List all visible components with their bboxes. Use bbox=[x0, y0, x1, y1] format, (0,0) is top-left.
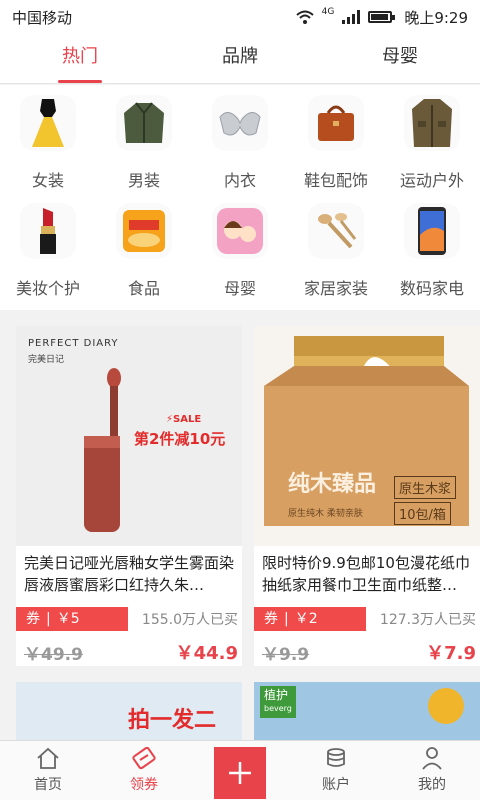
category-label: 数码家电 bbox=[399, 279, 464, 298]
category-grid: 女装 男装 内衣 鞋包配饰 运动户外 美妆个护 食品 母婴 家居家装 数码家电 bbox=[0, 85, 480, 310]
category-home[interactable]: 家居家装 bbox=[288, 199, 384, 307]
coupon-icon bbox=[131, 745, 157, 771]
product-card[interactable]: 纯木臻品 原生纯木 柔韧亲肤 原生木浆 10包/箱 限时特价9.9包邮10包漫花… bbox=[254, 326, 480, 666]
nav-coupons[interactable]: 领券 bbox=[96, 741, 192, 800]
sold-count: 127.3万人已买 bbox=[379, 612, 476, 628]
status-bar: 中国移动 4G 晚上9:29 bbox=[0, 0, 480, 34]
user-icon bbox=[421, 745, 443, 771]
coat-icon bbox=[404, 95, 460, 151]
box-subtext: 原生纯木 柔韧亲肤 bbox=[288, 509, 363, 519]
category-label: 男装 bbox=[127, 171, 160, 190]
product-card[interactable]: 拍一发二 bbox=[16, 682, 242, 740]
status-icons: 4G 晚上9:29 bbox=[295, 6, 468, 28]
product-card[interactable]: PERFECT DIARY 完美日记 ⚡SALE 第2件减10元 完美日记哑光唇… bbox=[16, 326, 242, 666]
lip-gloss-image bbox=[84, 368, 121, 532]
phone-icon bbox=[404, 203, 460, 259]
category-digital[interactable]: 数码家电 bbox=[384, 199, 480, 307]
coins-icon bbox=[324, 745, 348, 771]
category-label: 美妆个护 bbox=[15, 279, 80, 298]
spoons-icon bbox=[308, 203, 364, 259]
nav-add[interactable] bbox=[192, 741, 288, 800]
sale-price: ￥7.9 bbox=[426, 643, 476, 664]
category-label: 母婴 bbox=[223, 279, 256, 298]
network-type: 4G bbox=[321, 6, 335, 17]
snack-icon bbox=[116, 203, 172, 259]
promo-text: 第2件减10元 bbox=[134, 430, 226, 448]
product-title: 完美日记哑光唇釉女学生雾面染唇液唇蜜唇彩口红持久朱… bbox=[24, 554, 235, 594]
lipstick-icon bbox=[20, 203, 76, 259]
category-underwear[interactable]: 内衣 bbox=[192, 91, 288, 199]
tab-baby[interactable]: 母婴 bbox=[320, 34, 480, 83]
coupon-badge[interactable]: 券 | ￥5 bbox=[16, 607, 128, 631]
battery-icon bbox=[368, 11, 396, 23]
bra-icon bbox=[212, 95, 268, 151]
tab-brand[interactable]: 品牌 bbox=[160, 34, 320, 83]
category-label: 女装 bbox=[31, 171, 64, 190]
product-title: 限时特价9.9包邮10包漫花纸巾抽纸家用餐巾卫生面巾纸整… bbox=[262, 554, 470, 594]
tab-hot[interactable]: 热门 bbox=[0, 34, 160, 83]
box-tag-1: 原生木浆 bbox=[394, 476, 457, 499]
brand-logo: 植护 beverg bbox=[260, 686, 296, 718]
signal-icon bbox=[342, 10, 361, 24]
nav-me[interactable]: 我的 bbox=[384, 741, 480, 800]
product-image: 拍一发二 bbox=[16, 682, 242, 740]
sale-label: ⚡SALE bbox=[166, 414, 202, 425]
category-bags[interactable]: 鞋包配饰 bbox=[288, 91, 384, 199]
category-food[interactable]: 食品 bbox=[96, 199, 192, 307]
product-card[interactable]: 植护 beverg bbox=[254, 682, 480, 740]
category-men[interactable]: 男装 bbox=[96, 91, 192, 199]
dress-icon bbox=[20, 95, 76, 151]
category-label: 内衣 bbox=[223, 171, 256, 190]
jacket-icon bbox=[116, 95, 172, 151]
category-label: 鞋包配饰 bbox=[303, 171, 368, 190]
coupon-badge[interactable]: 券 | ￥2 bbox=[254, 607, 366, 631]
baby-icon bbox=[212, 203, 268, 259]
handbag-icon bbox=[308, 95, 364, 151]
product-image: 植护 beverg bbox=[254, 682, 480, 740]
promo-text: 拍一发二 bbox=[128, 708, 217, 733]
category-label: 家居家装 bbox=[303, 279, 368, 298]
carrier-name: 中国移动 bbox=[12, 8, 73, 27]
original-price: ￥9.9 bbox=[262, 644, 310, 665]
product-image: PERFECT DIARY 完美日记 ⚡SALE 第2件减10元 bbox=[16, 326, 242, 546]
brand-logo: PERFECT DIARY bbox=[28, 338, 119, 349]
box-text: 纯木臻品 bbox=[288, 472, 377, 497]
sale-price: ￥44.9 bbox=[175, 643, 238, 664]
clock: 晚上9:29 bbox=[404, 8, 468, 27]
category-label: 食品 bbox=[127, 279, 160, 298]
nav-account[interactable]: 账户 bbox=[288, 741, 384, 800]
category-baby[interactable]: 母婴 bbox=[192, 199, 288, 307]
bottom-nav: 首页 领券 账户 我的 bbox=[0, 740, 480, 800]
nav-home[interactable]: 首页 bbox=[0, 741, 96, 800]
wifi-icon bbox=[295, 10, 314, 24]
home-icon bbox=[36, 745, 60, 771]
brand-logo-cn: 完美日记 bbox=[28, 355, 65, 365]
sold-count: 155.0万人已买 bbox=[141, 612, 238, 628]
plus-icon bbox=[214, 746, 266, 799]
category-label: 运动户外 bbox=[399, 171, 464, 190]
category-beauty[interactable]: 美妆个护 bbox=[0, 199, 96, 307]
product-image: 纯木臻品 原生纯木 柔韧亲肤 原生木浆 10包/箱 bbox=[254, 326, 480, 546]
category-women[interactable]: 女装 bbox=[0, 91, 96, 199]
box-tag-2: 10包/箱 bbox=[394, 502, 451, 525]
original-price: ￥49.9 bbox=[24, 644, 83, 665]
category-outdoor[interactable]: 运动户外 bbox=[384, 91, 480, 199]
category-tabs: 热门 品牌 母婴 bbox=[0, 34, 480, 84]
